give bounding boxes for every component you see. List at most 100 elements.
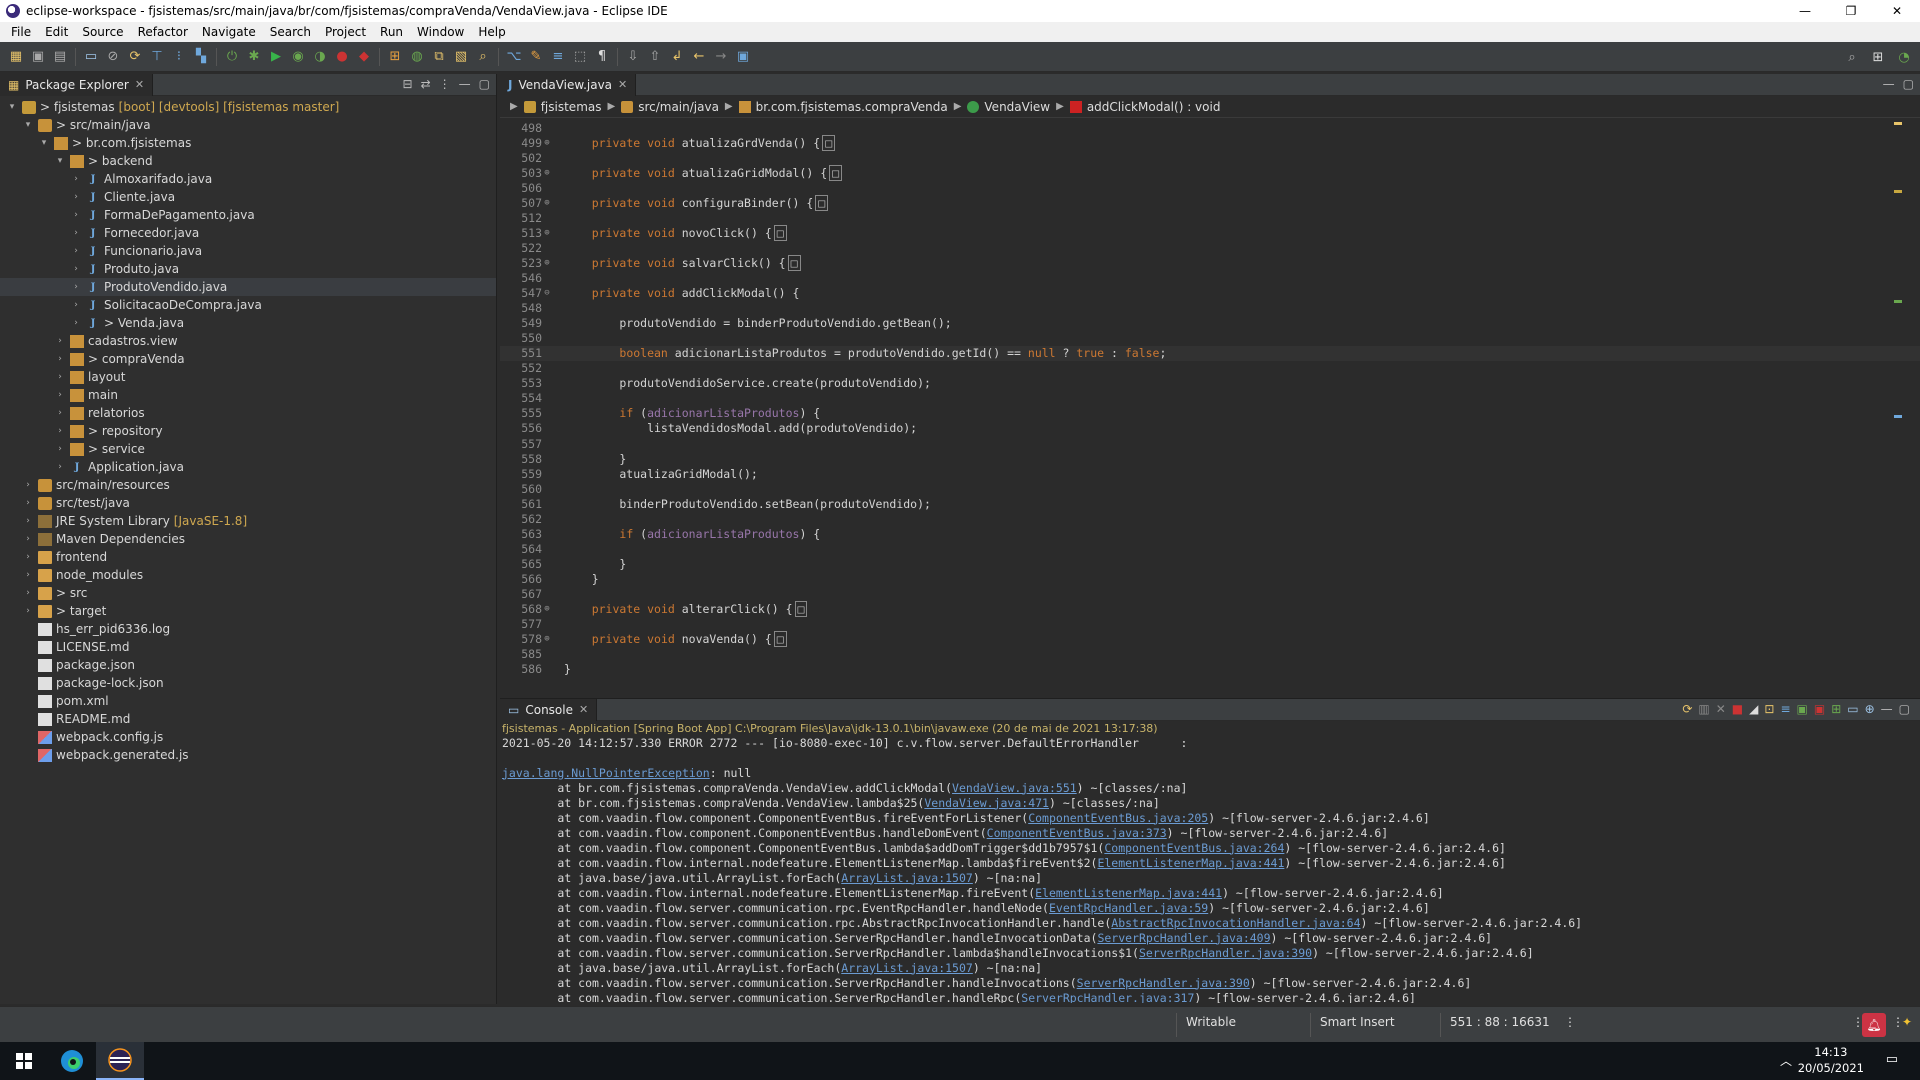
chevron-down-icon[interactable]: ▾ [6,102,18,112]
chevron-right-icon[interactable]: › [54,354,66,364]
notifications-icon[interactable]: ▭ [1886,1052,1898,1067]
run-icon[interactable]: ▶ [266,47,286,67]
code-line[interactable]: 551 boolean adicionarListaProdutos = pro… [500,345,1920,361]
code-line[interactable]: 565 } [500,556,1920,571]
minimize-view-icon[interactable]: — [1881,702,1893,716]
stack-trace-link[interactable]: ComponentEventBus.java:205 [1028,811,1208,825]
tree-item[interactable]: hs_err_pid6336.log [0,620,496,638]
code-line[interactable]: 548 [500,301,1920,316]
chevron-right-icon[interactable]: › [22,570,34,580]
chevron-right-icon[interactable]: › [54,462,66,472]
code-line[interactable]: 567 [500,586,1920,601]
stack-trace-link[interactable]: ComponentEventBus.java:264 [1104,841,1284,855]
tree-item[interactable]: README.md [0,710,496,728]
tree-item[interactable]: › Maven Dependencies [0,530,496,548]
chevron-right-icon[interactable]: › [70,264,82,274]
code-line[interactable]: 577 [500,617,1920,632]
code-line[interactable]: 554 [500,391,1920,406]
chevron-right-icon[interactable]: › [54,336,66,346]
tree-item[interactable]: › layout [0,368,496,386]
maximize-view-icon[interactable]: ▢ [479,77,490,91]
new-class-icon[interactable]: ◍ [407,47,427,67]
chevron-right-icon[interactable]: › [22,606,34,616]
tree-item[interactable]: webpack.generated.js [0,746,496,764]
code-line[interactable]: 507 ⊕ private void configuraBinder() {□ [500,194,1920,211]
last-edit-icon[interactable]: ↲ [667,47,687,67]
chevron-right-icon[interactable]: › [54,390,66,400]
tree-item[interactable]: ▾ > src/main/java [0,116,496,134]
code-line[interactable]: 506 [500,180,1920,195]
grid-icon[interactable]: ⁝ [169,47,189,67]
save-icon[interactable]: ▣ [28,47,48,67]
open-type-icon[interactable]: ⧉ [429,47,449,67]
code-line[interactable]: 556 listaVendidosModal.add(produtoVendid… [500,421,1920,436]
stack-trace-link[interactable]: ServerRpcHandler.java:390 [1139,946,1312,960]
minimize-button[interactable]: — [1782,0,1828,22]
tree-item[interactable]: › J Funcionario.java [0,242,496,260]
system-clock[interactable]: 14:13 20/05/2021 [1798,1044,1864,1076]
chevron-down-icon[interactable]: ▾ [54,156,66,166]
status-cursor-position[interactable]: 551 : 88 : 16631 [1450,1015,1550,1029]
tree-item[interactable]: › > target [0,602,496,620]
relaunch-icon[interactable]: ⟳ [1682,702,1692,716]
link-with-editor-icon[interactable]: ⇄ [421,77,431,91]
highlight-icon[interactable]: ✎ [526,47,546,67]
tree-item[interactable]: LICENSE.md [0,638,496,656]
tree-item[interactable]: › J Almoxarifado.java [0,170,496,188]
fold-toggle-icon[interactable]: ⊕ [542,168,552,178]
tree-item[interactable]: › main [0,386,496,404]
ruler-marker[interactable] [1894,190,1902,193]
tab-vendaview-java[interactable]: J VendaView.java ✕ [500,73,637,96]
word-wrap-icon[interactable]: ≡ [1780,702,1790,716]
clear-console-icon[interactable]: ◢ [1749,702,1758,716]
stack-trace-link[interactable]: ArrayList.java:1507 [841,961,973,975]
tree-item[interactable]: › J FormaDePagamento.java [0,206,496,224]
chevron-right-icon[interactable]: › [22,480,34,490]
chevron-right-icon[interactable]: › [54,408,66,418]
stack-trace-link[interactable]: AbstractRpcInvocationHandler.java:64 [1111,916,1360,930]
chevron-right-icon[interactable]: › [22,516,34,526]
open-perspective-icon[interactable]: ⊞ [1868,47,1888,67]
edge-browser-icon[interactable] [48,1042,96,1080]
code-line[interactable]: 568 ⊕ private void alterarClick() {□ [500,601,1920,618]
pin-console-icon[interactable]: ⊞ [1831,702,1841,716]
view-menu-icon[interactable]: ⋮ [439,77,451,91]
stack-trace-link[interactable]: ElementListenerMap.java:441 [1035,886,1222,900]
code-line[interactable]: 563 if (adicionarListaProdutos) { [500,526,1920,541]
chevron-right-icon[interactable]: › [70,318,82,328]
stack-trace-link[interactable]: EventRpcHandler.java:59 [1049,901,1208,915]
menu-help[interactable]: Help [471,25,512,39]
spring-boot-icon[interactable]: ⏻ [222,47,242,67]
code-line[interactable]: 547 ⊖ private void addClickModal() { [500,286,1920,301]
fold-toggle-icon[interactable]: ⊕ [542,634,552,644]
status-insert-mode[interactable]: Smart Insert [1320,1015,1395,1029]
code-line[interactable]: 578 ⊕ private void novaVenda() {□ [500,631,1920,648]
close-icon[interactable]: ✕ [579,703,588,716]
tree-item[interactable]: › J Produto.java [0,260,496,278]
debug-icon[interactable]: ✱ [244,47,264,67]
minimize-view-icon[interactable]: — [1883,77,1895,91]
maximize-view-icon[interactable]: ▢ [1903,77,1914,91]
menu-search[interactable]: Search [263,25,318,39]
minimize-view-icon[interactable]: — [459,77,471,91]
chevron-right-icon[interactable]: › [22,534,34,544]
status-menu-icon[interactable]: ⋮ [1564,1015,1576,1029]
chevron-right-icon[interactable]: › [70,174,82,184]
eclipse-taskbar-icon[interactable] [96,1042,144,1080]
ruler-marker[interactable] [1894,300,1902,303]
show-on-stdout-icon[interactable]: ▣ [1797,702,1808,716]
code-line[interactable]: 557 [500,436,1920,451]
tree-item[interactable]: › frontend [0,548,496,566]
code-line[interactable]: 513 ⊕ private void novoClick() {□ [500,224,1920,241]
close-button[interactable]: ✕ [1874,0,1920,22]
tab-console[interactable]: ▭ Console ✕ [500,698,598,721]
code-line[interactable]: 503 ⊕ private void atualizaGridModal() {□ [500,164,1920,181]
tray-chevron-up-icon[interactable]: ︿ [1780,1052,1792,1069]
open-console-icon[interactable]: ⊕ [1865,702,1875,716]
tree-item[interactable]: › J > Venda.java [0,314,496,332]
tree-item[interactable]: ▾ > fjsistemas [boot] [devtools] [fjsistem… [0,98,496,116]
stack-trace-link[interactable]: ElementListenerMap.java:441 [1097,856,1284,870]
chevron-right-icon[interactable]: › [70,246,82,256]
code-line[interactable]: 560 [500,481,1920,496]
stack-trace-link[interactable]: ComponentEventBus.java:373 [987,826,1167,840]
